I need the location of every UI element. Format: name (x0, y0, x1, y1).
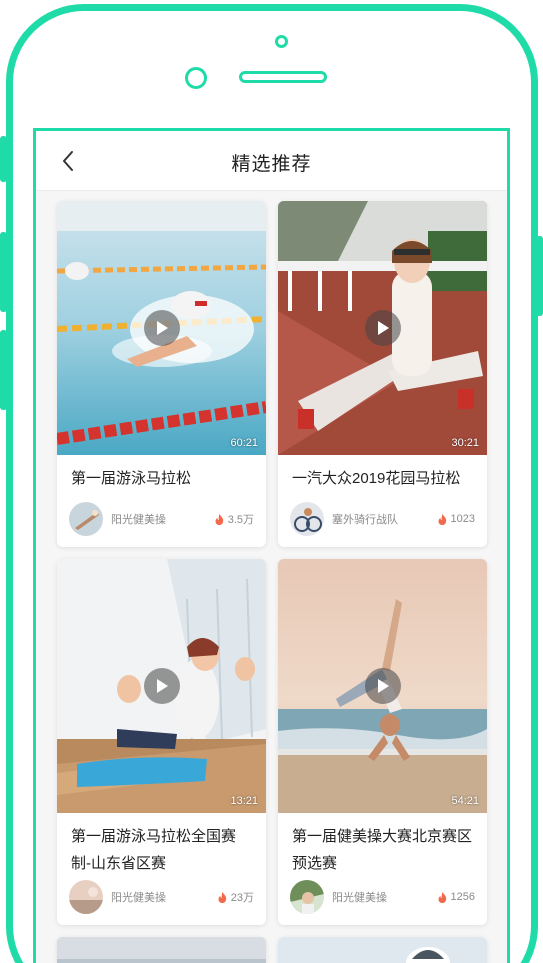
like-count: 3.5万 (215, 511, 254, 527)
avatar[interactable] (290, 880, 324, 914)
avatar[interactable] (69, 502, 103, 536)
like-count-value: 1256 (450, 891, 475, 903)
earpiece-speaker (239, 71, 327, 83)
like-count: 23万 (218, 889, 254, 905)
author-name[interactable]: 塞外骑行战队 (332, 511, 438, 527)
card-meta: 塞外骑行战队 1023 (290, 502, 475, 536)
video-duration: 54:21 (451, 795, 479, 807)
like-count: 1023 (438, 513, 475, 525)
video-card[interactable]: 13:21 第一届游泳马拉松全国赛制-山东省区赛 阳光健美操 23万 (57, 559, 266, 925)
flame-icon (215, 513, 223, 525)
avatar[interactable] (69, 880, 103, 914)
flame-icon (438, 513, 446, 525)
flame-icon (218, 891, 226, 903)
video-duration: 13:21 (230, 795, 258, 807)
like-count-value: 1023 (450, 513, 475, 525)
video-card[interactable]: 60:21 第一届游泳马拉松 阳光健美操 3.5万 (57, 201, 266, 547)
flame-icon (438, 891, 446, 903)
video-duration: 60:21 (230, 437, 258, 449)
like-count-value: 3.5万 (227, 514, 254, 526)
video-thumbnail[interactable]: 54:21 (278, 559, 487, 813)
side-button (0, 136, 7, 182)
video-thumbnail (278, 937, 487, 963)
avatar[interactable] (290, 502, 324, 536)
play-icon (156, 679, 168, 693)
video-title[interactable]: 第一届游泳马拉松全国赛制-山东省区赛 (57, 813, 266, 877)
video-title[interactable]: 第一届健美操大赛北京赛区预选赛 (278, 813, 487, 877)
play-icon (377, 679, 389, 693)
card-meta: 阳光健美操 3.5万 (69, 502, 254, 536)
video-card[interactable]: 54:21 第一届健美操大赛北京赛区预选赛 阳光健美操 1256 (278, 559, 487, 925)
video-card[interactable]: 30:21 一汽大众2019花园马拉松 塞外骑行战队 1023 (278, 201, 487, 547)
like-count-value: 23万 (230, 892, 254, 904)
side-button (536, 236, 543, 316)
video-title[interactable]: 一汽大众2019花园马拉松 (278, 455, 487, 492)
nav-bar: 精选推荐 (36, 131, 507, 191)
author-name[interactable]: 阳光健美操 (111, 889, 218, 905)
play-button[interactable] (364, 668, 401, 704)
play-icon (377, 321, 389, 335)
card-meta: 阳光健美操 1256 (290, 880, 475, 914)
video-thumbnail[interactable]: 60:21 (57, 201, 266, 455)
app-screen: 精选推荐 60:21 第一届游泳马拉松 阳光健美操 3.5万 30:21 一汽大… (33, 128, 510, 963)
author-name[interactable]: 阳光健美操 (332, 889, 438, 905)
front-sensor (185, 67, 207, 89)
like-count: 1256 (438, 891, 475, 903)
video-thumbnail (57, 937, 266, 963)
video-thumbnail[interactable]: 30:21 (278, 201, 487, 455)
card-meta: 阳光健美操 23万 (69, 880, 254, 914)
play-icon (156, 321, 168, 335)
author-name[interactable]: 阳光健美操 (111, 511, 215, 527)
video-card[interactable] (57, 937, 266, 963)
video-duration: 30:21 (451, 437, 479, 449)
side-button (0, 232, 7, 312)
video-thumbnail[interactable]: 13:21 (57, 559, 266, 813)
play-button[interactable] (143, 310, 180, 346)
camera-dot (275, 35, 288, 48)
video-card[interactable] (278, 937, 487, 963)
play-button[interactable] (364, 310, 401, 346)
video-title[interactable]: 第一届游泳马拉松 (57, 455, 266, 492)
play-button[interactable] (143, 668, 180, 704)
side-button (0, 330, 7, 410)
page-title: 精选推荐 (231, 154, 312, 175)
